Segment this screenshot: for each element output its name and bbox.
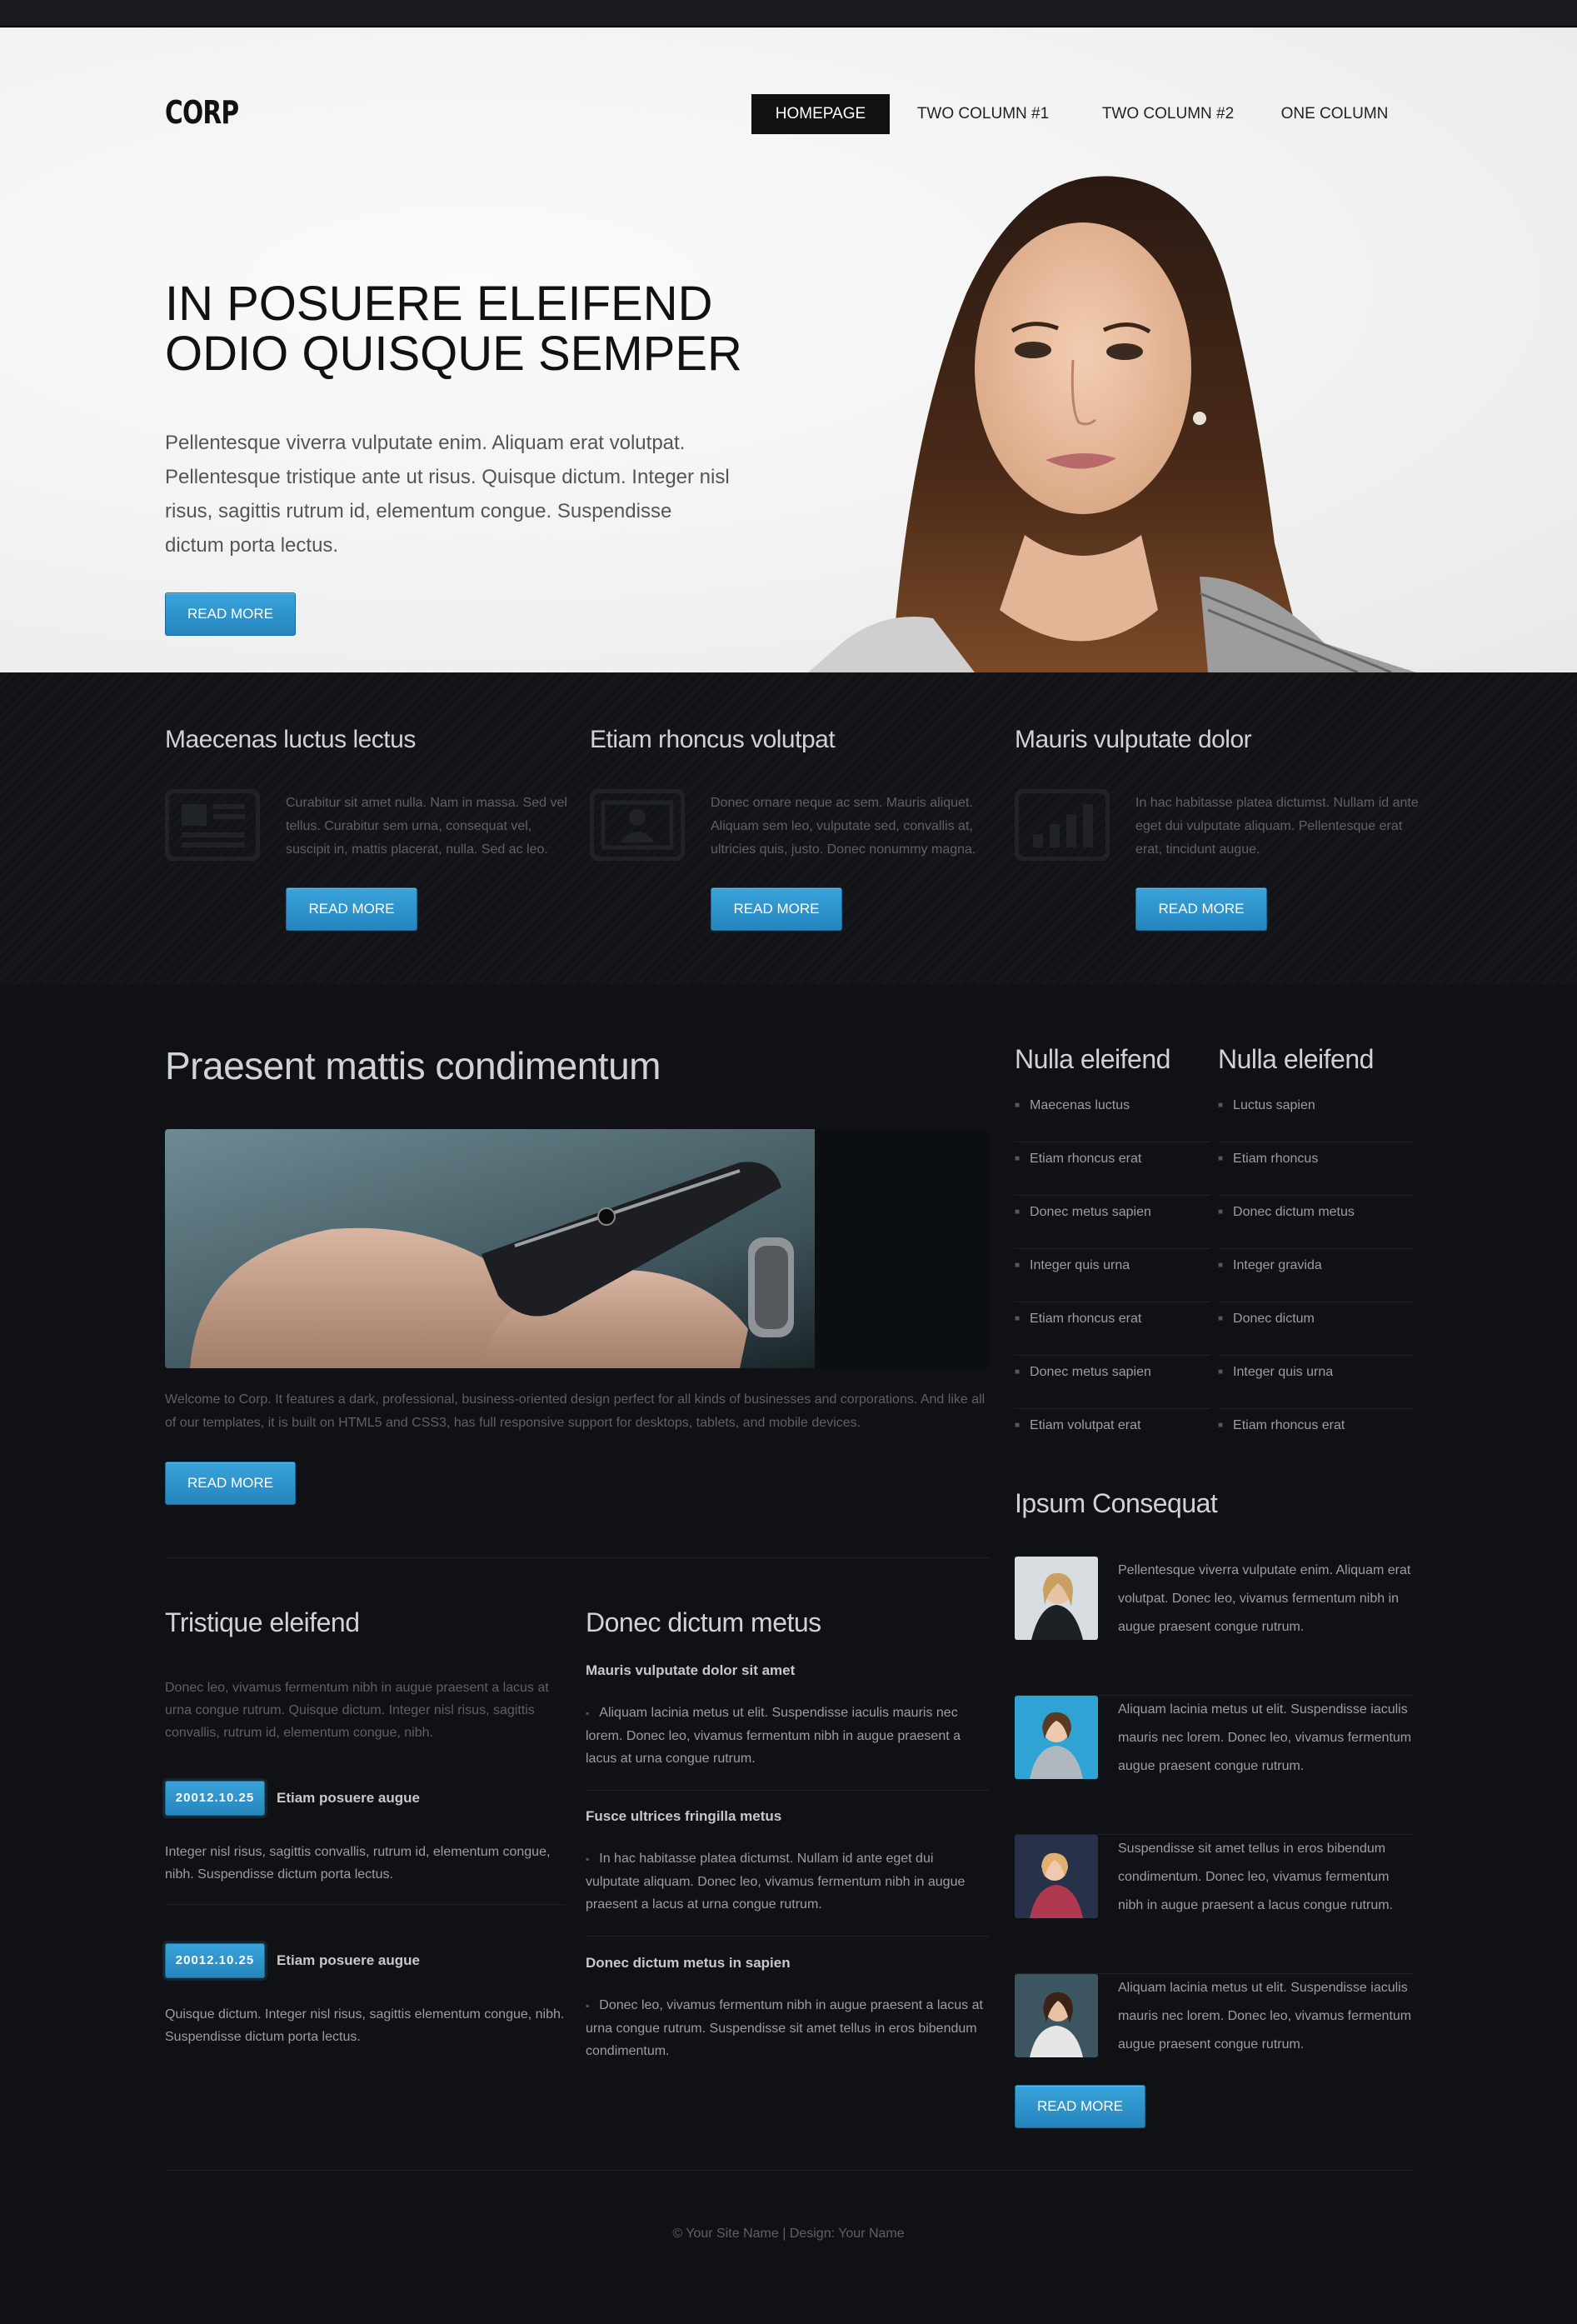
section-divider	[165, 1557, 990, 1558]
feature-read-more-button[interactable]: READ MORE	[1135, 887, 1267, 931]
sidebar-link[interactable]: ■ Etiam rhoncus erat	[1015, 1142, 1210, 1196]
footer-divider	[165, 2170, 1413, 2171]
avatar[interactable]	[1015, 1835, 1098, 1918]
post-text: Quisque dictum. Integer nisl risus, sagi…	[165, 2007, 565, 2044]
sidebar-link[interactable]: ■ Integer quis urna	[1218, 1356, 1414, 1409]
testimonial-text: Aliquam lacinia metus ut elit. Suspendis…	[1118, 1981, 1412, 2052]
footer-credits: © Your Site Name | Design: Your Name	[672, 2227, 905, 2241]
sidebar-link[interactable]: ■ Etiam rhoncus erat	[1218, 1409, 1414, 1462]
hero-title: IN POSUERE ELEIFEND ODIO QUISQUE SEMPER	[165, 277, 742, 381]
post-divider	[165, 1904, 565, 1905]
features-section: Maecenas luctus lectus Curabitur sit ame…	[0, 672, 1577, 984]
sidebar-link[interactable]: ■ Etiam volutpat erat	[1015, 1409, 1210, 1462]
nav-one-column[interactable]: ONE COLUMN	[1260, 94, 1410, 134]
site-logo[interactable]: CORP	[165, 94, 239, 131]
sidebar-link[interactable]: ■ Donec dictum	[1218, 1302, 1414, 1356]
feature-text: Donec ornare neque ac sem. Mauris alique…	[711, 796, 976, 857]
feature-read-more-button[interactable]: READ MORE	[286, 887, 417, 931]
bullet-icon: ▪	[586, 2000, 590, 2012]
nav-two-column-2[interactable]: TWO COLUMN #2	[1076, 94, 1260, 134]
donec-divider	[586, 1790, 990, 1791]
donec-item-title[interactable]: Mauris vulputate dolor sit amet	[586, 1662, 795, 1679]
sidebar-link[interactable]: ■ Donec metus sapien	[1015, 1356, 1210, 1409]
sidebar-link[interactable]: ■ Maecenas luctus	[1015, 1089, 1210, 1142]
testimonial-text: Aliquam lacinia metus ut elit. Suspendis…	[1118, 1702, 1412, 1773]
sidebar-links-col-1: Nulla eleifend ■ Maecenas luctus ■ Etiam r…	[1015, 1044, 1210, 1462]
post-title[interactable]: Etiam posuere augue	[277, 1952, 420, 1969]
intro-read-more-button[interactable]: READ MORE	[165, 1462, 296, 1505]
intro-text: Welcome to Corp. It features a dark, pro…	[165, 1392, 986, 1430]
tristique-title: Tristique eleifend	[165, 1607, 360, 1637]
donec-divider	[586, 1936, 990, 1937]
testimonial-text: Suspendisse sit amet tellus in eros bibe…	[1118, 1842, 1393, 1912]
hero-read-more-button[interactable]: READ MORE	[165, 592, 296, 636]
feature-text: Curabitur sit amet nulla. Nam in massa. …	[286, 796, 567, 857]
post-text: Integer nisl risus, sagittis convallis, …	[165, 1845, 551, 1882]
sidebar-link[interactable]: ■ Integer quis urna	[1015, 1249, 1210, 1302]
post-date-badge: 20012.10.25	[165, 1943, 265, 1978]
hero-text: Pellentesque viverra vulputate enim. Ali…	[165, 432, 730, 557]
bullet-icon: ▪	[586, 1853, 590, 1865]
avatar[interactable]	[1015, 1696, 1098, 1779]
main-nav: HOMEPAGE TWO COLUMN #1 TWO COLUMN #2 ONE…	[751, 94, 1410, 134]
donec-item-text: ▪ Donec leo, vivamus fermentum nibh in au…	[586, 1998, 983, 2058]
donec-title: Donec dictum metus	[586, 1607, 821, 1637]
hero-portrait	[808, 176, 1416, 672]
feature-title: Etiam rhoncus volutpat	[590, 726, 836, 753]
feature-text: In hac habitasse platea dictumst. Nullam…	[1135, 796, 1419, 857]
main-title: Praesent mattis condimentum	[165, 1044, 661, 1087]
ipsum-title: Ipsum Consequat	[1015, 1488, 1218, 1518]
bullet-icon: ▪	[586, 1707, 590, 1719]
feature-title: Mauris vulputate dolor	[1015, 726, 1252, 753]
testimonial-item: Pellentesque viverra vulputate enim. Ali…	[1015, 1557, 1413, 1696]
sidebar-col-title: Nulla eleifend	[1218, 1044, 1374, 1074]
top-bar	[0, 0, 1577, 27]
nav-homepage[interactable]: HOMEPAGE	[751, 94, 890, 134]
newspaper-icon	[165, 789, 260, 861]
sidebar-link[interactable]: ■ Luctus sapien	[1218, 1089, 1414, 1142]
sidebar-link[interactable]: ■ Donec metus sapien	[1015, 1196, 1210, 1249]
donec-item-title[interactable]: Fusce ultrices fringilla metus	[586, 1808, 781, 1825]
testimonial-text: Pellentesque viverra vulputate enim. Ali…	[1118, 1563, 1411, 1634]
post-title[interactable]: Etiam posuere augue	[277, 1790, 420, 1807]
avatar[interactable]	[1015, 1974, 1098, 2057]
bar-chart-icon	[1015, 789, 1110, 861]
sidebar-link[interactable]: ■ Etiam rhoncus erat	[1015, 1302, 1210, 1356]
feature-title: Maecenas luctus lectus	[165, 726, 416, 753]
nav-two-column-1[interactable]: TWO COLUMN #1	[890, 94, 1076, 134]
donec-item-text: ▪ In hac habitasse platea dictumst. Nulla…	[586, 1852, 966, 1912]
sidebar-links-col-2: Nulla eleifend ■ Luctus sapien ■ Etiam rho…	[1218, 1044, 1414, 1462]
post-date-badge: 20012.10.25	[165, 1781, 265, 1816]
phone-hands-image	[165, 1129, 990, 1368]
donec-item-title[interactable]: Donec dictum metus in sapien	[586, 1955, 791, 1972]
testimonial-item: Aliquam lacinia metus ut elit. Suspendis…	[1015, 1696, 1413, 1835]
sidebar-link[interactable]: ■ Integer gravida	[1218, 1249, 1414, 1302]
sidebar-read-more-button[interactable]: READ MORE	[1015, 2085, 1145, 2128]
donec-item-text: ▪ Aliquam lacinia metus ut elit. Suspendi…	[586, 1706, 961, 1766]
feature-read-more-button[interactable]: READ MORE	[711, 887, 842, 931]
avatar[interactable]	[1015, 1557, 1098, 1640]
tristique-text: Donec leo, vivamus fermentum nibh in aug…	[165, 1681, 549, 1740]
sidebar-link[interactable]: ■ Donec dictum metus	[1218, 1196, 1414, 1249]
hero-section: CORP HOMEPAGE TWO COLUMN #1 TWO COLUMN #…	[0, 27, 1577, 672]
sidebar-col-title: Nulla eleifend	[1015, 1044, 1170, 1074]
id-card-icon	[590, 789, 685, 861]
sidebar-link[interactable]: ■ Etiam rhoncus	[1218, 1142, 1414, 1196]
testimonial-item: Suspendisse sit amet tellus in eros bibe…	[1015, 1835, 1413, 1974]
